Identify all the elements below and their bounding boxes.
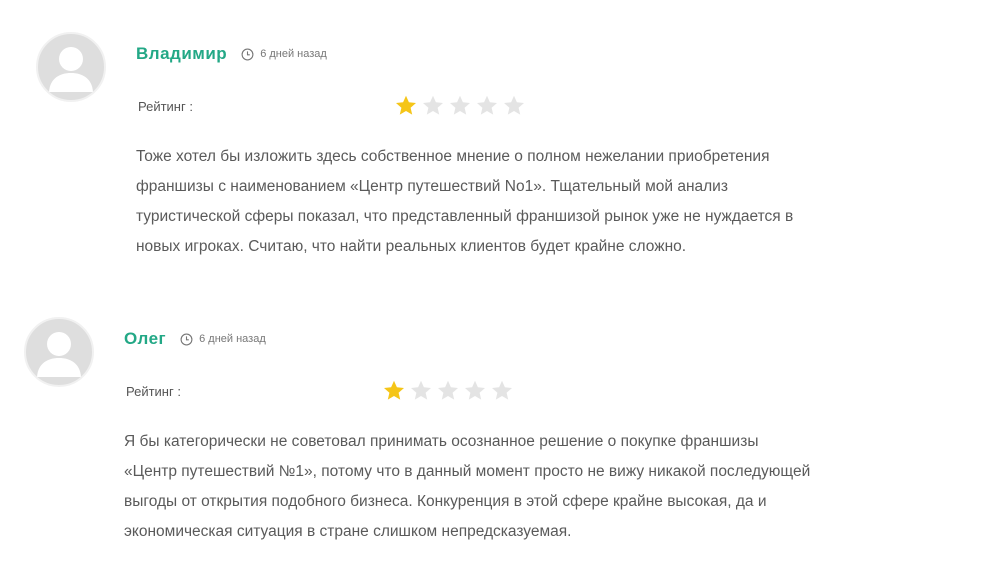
star-filled-icon [382,379,406,403]
review-text-line: франшизы с наименованием «Центр путешест… [136,178,728,195]
review-text: Я бы категорически не советовал принимат… [124,427,954,547]
star-rating [382,379,514,403]
review-header: Олег 6 дней назад [124,329,266,349]
star-empty-icon [448,94,472,118]
review-text-line: «Центр путешествий №1», потому что в дан… [124,463,811,480]
avatar [36,32,106,102]
user-silhouette-icon [49,47,93,92]
rating-label: Рейтинг : [126,383,181,399]
clock-icon [241,48,254,61]
star-empty-icon [463,379,487,403]
rating-row: Рейтинг : [138,94,526,118]
clock-icon [180,333,193,346]
review-text-line: выгоды от открытия подобного бизнеса. Ко… [124,493,767,510]
star-empty-icon [475,94,499,118]
review-time: 6 дней назад [199,333,266,345]
star-empty-icon [409,379,433,403]
review-text: Тоже хотел бы изложить здесь собственное… [136,142,956,262]
star-filled-icon [394,94,418,118]
review-text-line: новых игроках. Считаю, что найти реальны… [136,238,687,255]
rating-row: Рейтинг : [126,379,514,403]
review-text-line: Тоже хотел бы изложить здесь собственное… [136,148,770,165]
rating-label: Рейтинг : [138,98,193,114]
user-silhouette-icon [37,332,81,377]
star-empty-icon [436,379,460,403]
author-name[interactable]: Владимир [136,44,227,64]
star-empty-icon [502,94,526,118]
author-name[interactable]: Олег [124,329,166,349]
review-text-line: Я бы категорически не советовал принимат… [124,433,759,450]
review-time: 6 дней назад [260,48,327,60]
star-empty-icon [490,379,514,403]
review-header: Владимир 6 дней назад [136,44,327,64]
avatar [24,317,94,387]
review-text-line: туристической сферы показал, что предста… [136,208,794,225]
review-text-line: экономическая ситуация в стране слишком … [124,523,572,540]
star-empty-icon [421,94,445,118]
star-rating [394,94,526,118]
